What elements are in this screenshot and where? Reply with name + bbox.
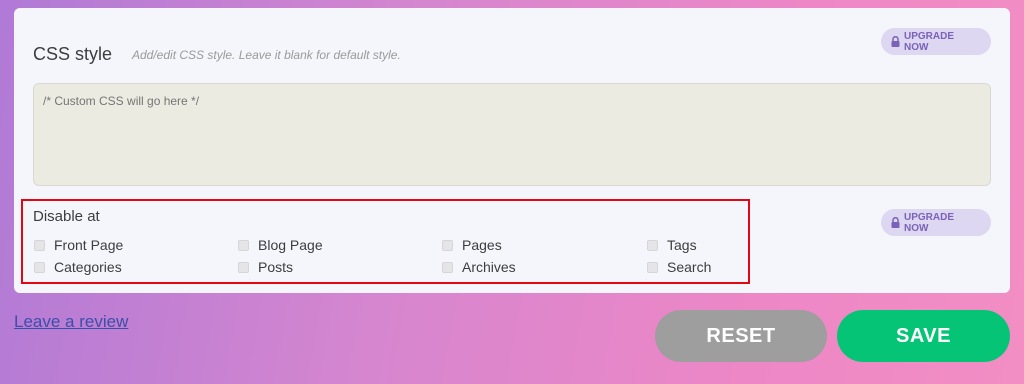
option-tags[interactable]: Tags xyxy=(647,237,697,253)
lock-icon xyxy=(891,217,900,228)
front-page-checkbox[interactable] xyxy=(34,239,45,251)
option-label: Categories xyxy=(54,259,122,275)
option-label: Blog Page xyxy=(258,237,323,253)
option-label: Archives xyxy=(462,259,516,275)
option-blog-page[interactable]: Blog Page xyxy=(238,237,323,253)
disable-at-highlight-box xyxy=(21,199,750,284)
tags-checkbox[interactable] xyxy=(647,239,658,251)
option-label: Front Page xyxy=(54,237,124,253)
option-label: Posts xyxy=(258,259,294,275)
option-categories[interactable]: Categories xyxy=(34,259,122,275)
option-label: Search xyxy=(667,259,712,275)
lock-icon xyxy=(891,36,900,47)
upgrade-now-label: UPGRADE NOW xyxy=(904,211,955,234)
option-search[interactable]: Search xyxy=(647,259,711,275)
custom-css-textarea[interactable] xyxy=(33,83,991,186)
disable-at-title: Disable at xyxy=(33,208,100,225)
archives-checkbox[interactable] xyxy=(442,261,453,273)
option-pages[interactable]: Pages xyxy=(442,237,502,253)
search-checkbox[interactable] xyxy=(647,261,658,273)
css-style-title: CSS style xyxy=(33,44,113,64)
pages-checkbox[interactable] xyxy=(442,239,453,251)
option-posts[interactable]: Posts xyxy=(238,259,293,275)
save-button[interactable]: SAVE xyxy=(837,310,1010,362)
posts-checkbox[interactable] xyxy=(238,261,249,273)
upgrade-now-label: UPGRADE NOW xyxy=(904,30,955,53)
categories-checkbox[interactable] xyxy=(34,261,45,273)
upgrade-now-button-css[interactable]: UPGRADE NOW xyxy=(881,28,991,55)
css-style-hint: Add/edit CSS style. Leave it blank for d… xyxy=(132,48,401,62)
option-label: Tags xyxy=(667,237,697,253)
reset-button[interactable]: RESET xyxy=(655,310,827,362)
option-archives[interactable]: Archives xyxy=(442,259,516,275)
upgrade-now-button-disable[interactable]: UPGRADE NOW xyxy=(881,209,991,236)
option-front-page[interactable]: Front Page xyxy=(34,237,123,253)
leave-review-link[interactable]: Leave a review xyxy=(14,312,128,332)
option-label: Pages xyxy=(462,237,502,253)
blog-page-checkbox[interactable] xyxy=(238,239,249,251)
